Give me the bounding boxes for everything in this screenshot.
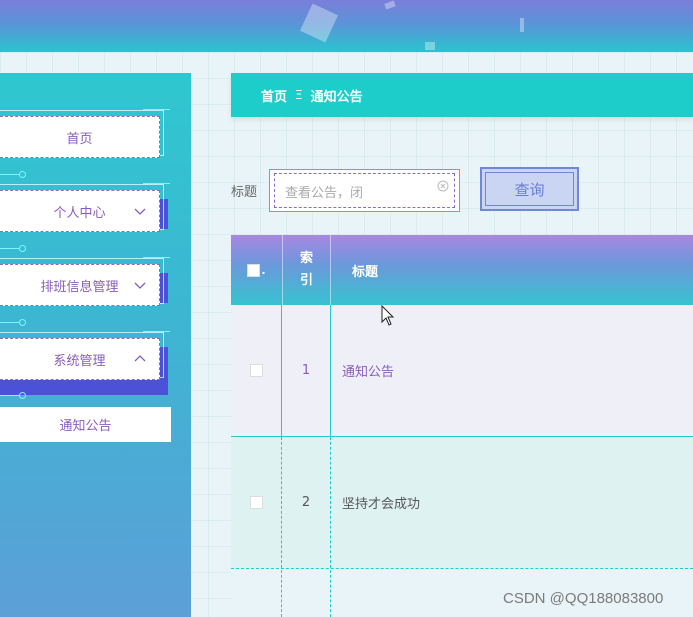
row-index: 1	[282, 305, 331, 436]
select-all-header: .	[231, 235, 282, 305]
decor-line	[143, 331, 170, 332]
query-button[interactable]: 查询	[480, 167, 579, 211]
column-header-index: 索引	[282, 235, 331, 305]
banner-decoration	[520, 18, 524, 32]
sidebar-item-schedule-management[interactable]: 排班信息管理	[0, 264, 160, 306]
sidebar-item-label: 首页	[66, 131, 93, 147]
decor-line	[0, 174, 20, 175]
decor-line	[143, 257, 170, 258]
select-all-checkbox[interactable]	[247, 263, 261, 277]
table-header: . 索引 标题	[231, 235, 693, 305]
decor-dot	[19, 171, 26, 178]
column-header-title-label: 标题	[352, 264, 379, 280]
sidebar-subitem-notice[interactable]: 通知公告	[0, 407, 171, 442]
decor-dot	[19, 392, 26, 399]
banner-decoration	[299, 3, 339, 43]
decor-line	[143, 109, 170, 110]
search-input-value[interactable]: 查看公告，闭	[285, 182, 363, 201]
column-header-index-label: 索引	[299, 251, 313, 288]
search-input[interactable]: 查看公告，闭	[269, 169, 460, 212]
breadcrumb: 首页 Ξ 通知公告	[231, 73, 693, 117]
sidebar-item-label: 个人中心	[53, 205, 106, 221]
header-dot: .	[261, 263, 266, 277]
row-checkbox-cell	[231, 437, 282, 568]
breadcrumb-home[interactable]: 首页	[261, 86, 287, 105]
query-button-label: 查询	[514, 180, 545, 199]
chevron-down-icon	[134, 282, 146, 289]
row-index: 2	[282, 437, 331, 568]
decor-dot	[19, 245, 26, 252]
decor-dot	[19, 319, 26, 326]
row-checkbox[interactable]	[249, 496, 263, 509]
banner-decoration	[425, 42, 435, 50]
chevron-down-icon	[134, 208, 146, 215]
sidebar-item-home[interactable]: 首页	[0, 116, 160, 158]
notice-table: . 索引 标题 1 通知公告 2 坚持才会成功	[231, 235, 693, 617]
watermark: CSDN @QQ188083800	[503, 590, 664, 607]
row-title[interactable]: 坚持才会成功	[331, 437, 693, 568]
row-checkbox-cell	[231, 570, 282, 617]
search-label: 标题	[231, 185, 258, 200]
sidebar-item-label: 系统管理	[53, 353, 106, 369]
decor-line	[0, 395, 20, 396]
clear-icon[interactable]	[437, 180, 449, 192]
sidebar-subitem-label: 通知公告	[59, 419, 112, 434]
row-index-cell	[282, 570, 331, 617]
column-header-title: 标题	[331, 235, 693, 305]
breadcrumb-current: 通知公告	[310, 89, 363, 105]
decor-line	[143, 183, 170, 184]
sidebar-item-personal-center[interactable]: 个人中心	[0, 190, 160, 232]
sidebar-item-system-management[interactable]: 系统管理	[0, 338, 160, 380]
decor-line	[0, 322, 20, 323]
banner-decoration	[384, 0, 396, 10]
decor-line	[0, 248, 20, 249]
row-checkbox[interactable]	[249, 364, 263, 377]
breadcrumb-separator: Ξ	[295, 88, 303, 102]
sidebar-item-label: 排班信息管理	[40, 279, 119, 295]
table-row[interactable]: 2 坚持才会成功	[231, 437, 693, 569]
mouse-cursor-icon	[381, 305, 395, 326]
table-row[interactable]: 1 通知公告	[231, 305, 693, 437]
top-banner	[0, 0, 693, 52]
row-checkbox-cell	[231, 305, 282, 436]
sidebar: 首页 个人中心 排班信息管理 系统管理	[0, 73, 191, 617]
chevron-up-icon	[134, 355, 146, 362]
